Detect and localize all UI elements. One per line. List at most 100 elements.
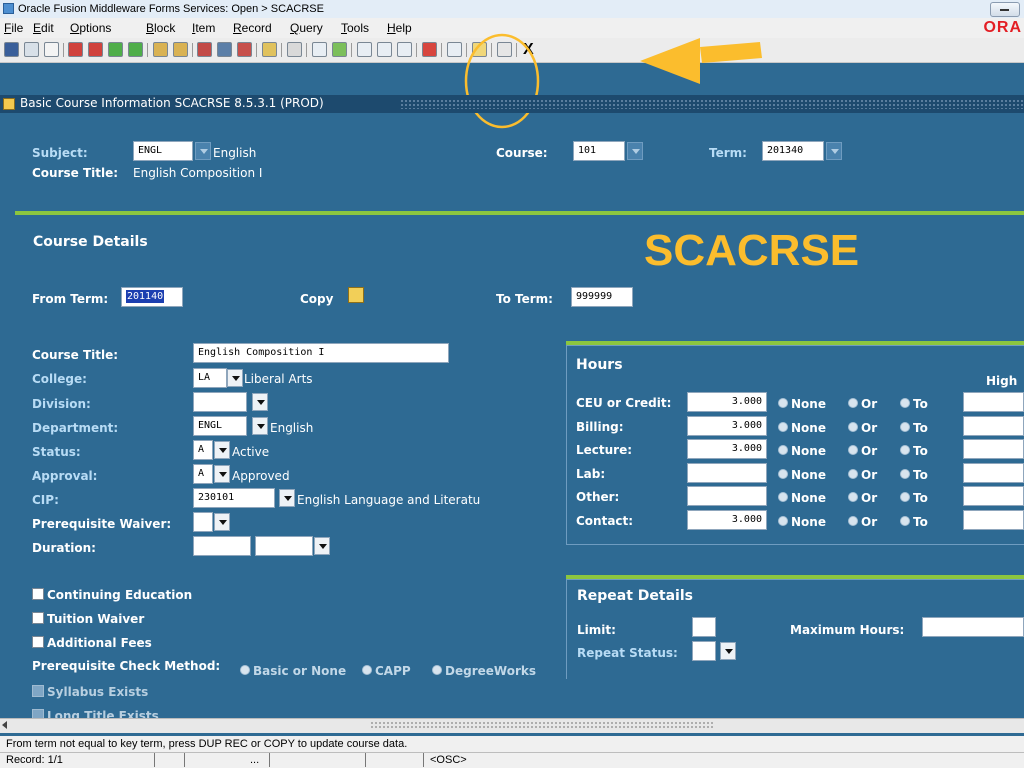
hours-lecture-low-field[interactable]: 3.000 bbox=[687, 439, 767, 459]
repeat-status-field[interactable] bbox=[692, 641, 716, 661]
course-dropdown[interactable] bbox=[627, 142, 643, 160]
subject-field[interactable]: ENGL bbox=[133, 141, 193, 161]
prereq-waiver-label: Prerequisite Waiver: bbox=[32, 517, 172, 531]
status-ellipsis: ... bbox=[250, 754, 260, 766]
annotation-circle bbox=[464, 33, 540, 129]
checkbox-box bbox=[32, 685, 44, 697]
hours-lab-low-field[interactable] bbox=[687, 463, 767, 483]
hours-lab-or-radio[interactable]: Or bbox=[848, 468, 877, 482]
college-field[interactable]: LA bbox=[193, 368, 227, 388]
hours-lab-to-radio[interactable]: To bbox=[900, 468, 928, 482]
annotation-arrow bbox=[640, 38, 762, 84]
copy-icon[interactable] bbox=[348, 287, 364, 303]
hours-lecture-to-radio[interactable]: To bbox=[900, 444, 928, 458]
subject-description: English bbox=[213, 146, 257, 160]
hours-ceu-or-credit-high-field[interactable] bbox=[963, 392, 1024, 412]
key-block-divider bbox=[15, 211, 1024, 215]
division-dropdown[interactable] bbox=[252, 393, 268, 411]
status-bar: From term not equal to key term, press D… bbox=[0, 736, 1024, 768]
to-term-field[interactable]: 999999 bbox=[571, 287, 633, 307]
prereq-method-degreeworks-radio[interactable]: DegreeWorks bbox=[432, 664, 536, 678]
duration-unit-field[interactable] bbox=[255, 536, 313, 556]
radio-dot bbox=[432, 665, 442, 675]
status-separator bbox=[365, 753, 366, 767]
scroll-track-pattern bbox=[370, 721, 715, 729]
repeat-status-dropdown[interactable] bbox=[720, 642, 736, 660]
prereq-waiver-dropdown[interactable] bbox=[214, 513, 230, 531]
hours-lab-none-radio[interactable]: None bbox=[778, 468, 826, 482]
cip-dropdown[interactable] bbox=[279, 489, 295, 507]
division-field[interactable] bbox=[193, 392, 247, 412]
hours-contact-to-radio[interactable]: To bbox=[900, 515, 928, 529]
term-field[interactable]: 201340 bbox=[762, 141, 824, 161]
course-label: Course: bbox=[496, 146, 548, 160]
approval-description: Approved bbox=[232, 469, 290, 483]
hours-billing-or-radio[interactable]: Or bbox=[848, 421, 877, 435]
prereq-method-capp-radio[interactable]: CAPP bbox=[362, 664, 411, 678]
cip-label: CIP: bbox=[32, 493, 59, 507]
course-title-label: Course Title: bbox=[32, 166, 119, 180]
hours-billing-none-radio[interactable]: None bbox=[778, 421, 826, 435]
hours-other-high-field[interactable] bbox=[963, 486, 1024, 506]
duration-unit-dropdown[interactable] bbox=[314, 537, 330, 555]
radio-dot bbox=[848, 492, 858, 502]
hours-high-label: High bbox=[986, 374, 1018, 388]
college-label: College: bbox=[32, 372, 87, 386]
hours-lab-high-field[interactable] bbox=[963, 463, 1024, 483]
approval-dropdown[interactable] bbox=[214, 465, 230, 483]
additional-fees-checkbox[interactable]: Additional Fees bbox=[32, 636, 152, 650]
status-dropdown[interactable] bbox=[214, 441, 230, 459]
department-dropdown[interactable] bbox=[252, 417, 268, 435]
tuition-waiver-checkbox[interactable]: Tuition Waiver bbox=[32, 612, 144, 626]
course-title-detail-field[interactable]: English Composition I bbox=[193, 343, 449, 363]
hours-contact-none-radio[interactable]: None bbox=[778, 515, 826, 529]
to-term-label: To Term: bbox=[496, 292, 553, 306]
status-separator bbox=[423, 753, 424, 767]
limit-field[interactable] bbox=[692, 617, 716, 637]
prereq-method-basic-radio[interactable]: Basic or None bbox=[240, 664, 346, 678]
prereq-waiver-field[interactable] bbox=[193, 512, 213, 532]
hours-billing-low-field[interactable]: 3.000 bbox=[687, 416, 767, 436]
approval-field[interactable]: A bbox=[193, 464, 213, 484]
college-dropdown[interactable] bbox=[227, 369, 243, 387]
hours-contact-label: Contact: bbox=[576, 514, 634, 528]
hours-lecture-high-field[interactable] bbox=[963, 439, 1024, 459]
duration-label: Duration: bbox=[32, 541, 96, 555]
from-term-field[interactable]: 201140 bbox=[121, 287, 183, 307]
hours-lecture-label: Lecture: bbox=[576, 443, 633, 457]
term-dropdown[interactable] bbox=[826, 142, 842, 160]
hours-contact-low-field[interactable]: 3.000 bbox=[687, 510, 767, 530]
hours-lecture-none-radio[interactable]: None bbox=[778, 444, 826, 458]
course-field[interactable]: 101 bbox=[573, 141, 625, 161]
hours-lecture-or-radio[interactable]: Or bbox=[848, 444, 877, 458]
hours-contact-or-radio[interactable]: Or bbox=[848, 515, 877, 529]
hours-ceu-or-credit-none-radio[interactable]: None bbox=[778, 397, 826, 411]
hours-ceu-or-credit-or-radio[interactable]: Or bbox=[848, 397, 877, 411]
hours-other-to-radio[interactable]: To bbox=[900, 491, 928, 505]
hours-billing-high-field[interactable] bbox=[963, 416, 1024, 436]
hours-other-label: Other: bbox=[576, 490, 620, 504]
hours-billing-to-radio[interactable]: To bbox=[900, 421, 928, 435]
scacrse-annotation: SCACRSE bbox=[644, 226, 860, 275]
hours-ceu-or-credit-low-field[interactable]: 3.000 bbox=[687, 392, 767, 412]
subject-dropdown[interactable] bbox=[195, 142, 211, 160]
horizontal-scrollbar[interactable] bbox=[0, 718, 1024, 733]
scroll-left-arrow-icon[interactable] bbox=[2, 721, 7, 729]
duration-number-field[interactable] bbox=[193, 536, 251, 556]
long-title-exists-checkbox: Long Title Exists bbox=[32, 709, 159, 718]
continuing-education-checkbox[interactable]: Continuing Education bbox=[32, 588, 192, 602]
hours-other-low-field[interactable] bbox=[687, 486, 767, 506]
hours-other-or-radio[interactable]: Or bbox=[848, 491, 877, 505]
department-field[interactable]: ENGL bbox=[193, 416, 247, 436]
radio-dot bbox=[900, 492, 910, 502]
hours-other-none-radio[interactable]: None bbox=[778, 491, 826, 505]
status-separator bbox=[269, 753, 270, 767]
hours-contact-high-field[interactable] bbox=[963, 510, 1024, 530]
radio-dot bbox=[778, 469, 788, 479]
hours-ceu-or-credit-to-radio[interactable]: To bbox=[900, 397, 928, 411]
status-field[interactable]: A bbox=[193, 440, 213, 460]
cip-description: English Language and Literatu bbox=[297, 493, 481, 507]
radio-dot bbox=[900, 469, 910, 479]
cip-field[interactable]: 230101 bbox=[193, 488, 275, 508]
maximum-hours-field[interactable] bbox=[922, 617, 1024, 637]
